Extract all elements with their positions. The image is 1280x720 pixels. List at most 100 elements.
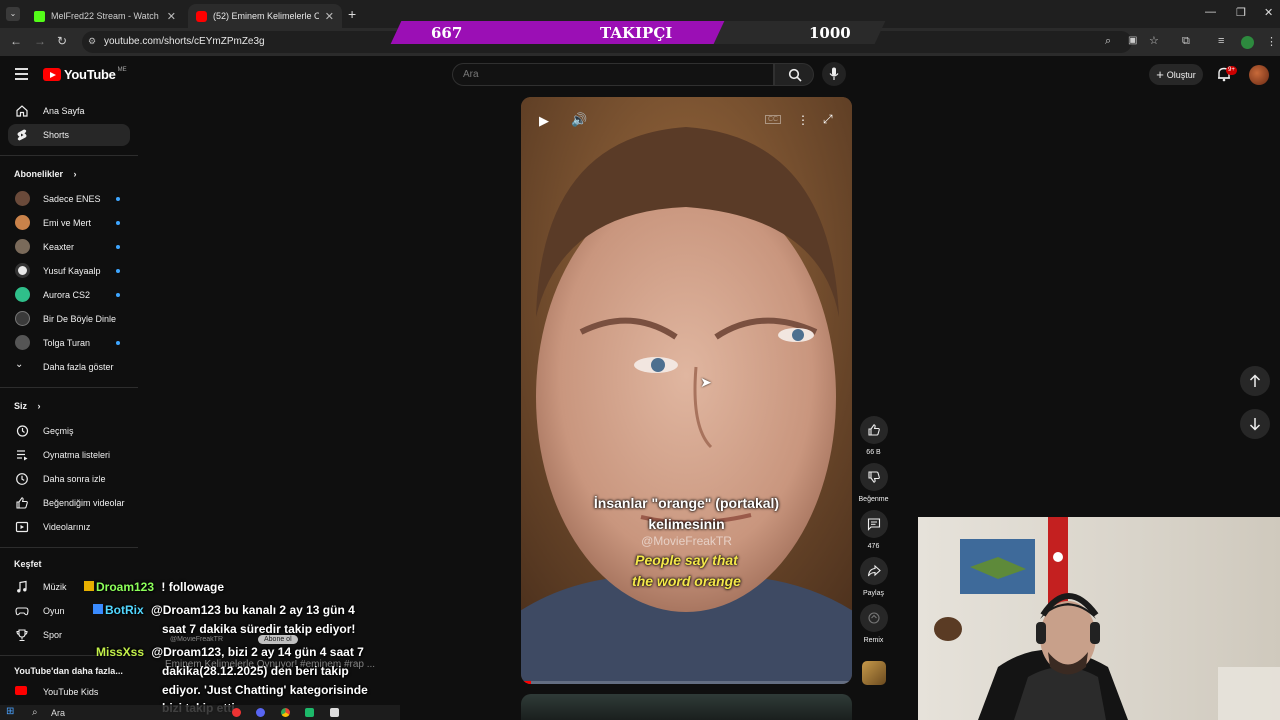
zoom-icon[interactable]: ⌕	[1105, 35, 1111, 48]
audio-track-thumbnail[interactable]	[862, 661, 886, 685]
remix-button[interactable]	[859, 604, 888, 632]
browser-menu-icon[interactable]: ⋮	[1266, 35, 1277, 48]
search-icon	[788, 68, 802, 82]
sidebar-item-shorts[interactable]: Shorts	[8, 124, 130, 146]
chat-username: BotRix	[105, 603, 144, 617]
shorts-player[interactable]: ▶ 🔊 CC ⋮ ⤢ İnsanlar "orange" (portakal) …	[521, 97, 852, 684]
close-tab-icon[interactable]: ✕	[325, 10, 334, 23]
restore-icon[interactable]: ❐	[1236, 6, 1246, 19]
fullscreen-icon[interactable]: ⤢	[823, 112, 833, 127]
youtube-logo[interactable]: YouTube ME	[43, 67, 127, 82]
voice-search-button[interactable]	[822, 62, 846, 86]
sidebar-item-liked[interactable]: Beğendiğim videolar	[8, 492, 130, 514]
chat-message: BotRix @Droam123 bu kanalı 2 ay 13 gün 4	[93, 603, 355, 617]
play-icon[interactable]: ▶	[539, 113, 549, 129]
sidebar-sub-item[interactable]: Aurora CS2	[8, 284, 130, 306]
taskbar-app-icon[interactable]	[232, 708, 241, 717]
sidebar-sub-item[interactable]: Sadece ENES	[8, 188, 130, 210]
search-button[interactable]	[774, 63, 814, 86]
sidebar-item-label: Sadece ENES	[43, 194, 101, 204]
media-controls-icon[interactable]: ≡	[1218, 35, 1224, 47]
comments-action[interactable]: 476	[858, 510, 889, 550]
browser-tab-stream[interactable]: MelFred22 Stream - Watch Live ✕	[26, 4, 184, 28]
next-short-button[interactable]	[1240, 409, 1270, 439]
dislike-button[interactable]	[859, 463, 888, 491]
channel-avatar	[15, 215, 30, 230]
sidebar-item-home[interactable]: Ana Sayfa	[8, 100, 130, 122]
sidebar-item-history[interactable]: Geçmiş	[8, 420, 130, 442]
more-from-youtube-heading: YouTube'dan daha fazla...	[14, 666, 123, 676]
short-channel-name[interactable]: @MovieFreakTR	[170, 636, 223, 643]
sidebar-item-label: Aurora CS2	[43, 290, 91, 300]
sidebar-sub-item[interactable]: Tolga Turan	[8, 332, 130, 354]
taskbar-search-label[interactable]: Ara	[51, 708, 65, 718]
bookmark-star-icon[interactable]: ☆	[1149, 34, 1159, 47]
sidebar-item-label: Oyun	[43, 606, 65, 616]
watch-later-icon	[16, 473, 28, 485]
tab-search-button[interactable]: ⌄	[6, 7, 20, 21]
sidebar-item-label: Müzik	[43, 582, 67, 592]
discord-icon[interactable]	[256, 708, 265, 717]
follower-goal-count: 1000	[809, 24, 851, 42]
you-heading[interactable]: Siz ›	[14, 401, 41, 411]
short-title[interactable]: Eminem Kelimelerle Oynuyor! #eminem #rap…	[165, 659, 375, 670]
reload-icon[interactable]: ↻	[57, 34, 67, 48]
sidebar-item-sports[interactable]: Spor	[8, 624, 130, 646]
next-short-thumbnail[interactable]	[521, 694, 852, 720]
sidebar-item-your-videos[interactable]: Videolarınız	[8, 516, 130, 538]
new-tab-button[interactable]: +	[348, 6, 356, 22]
new-content-dot	[116, 293, 120, 297]
sidebar-sub-item[interactable]: Keaxter	[8, 236, 130, 258]
taskbar-search-icon[interactable]: ⌕	[32, 707, 38, 718]
sidebar-item-watch-later[interactable]: Daha sonra izle	[8, 468, 130, 490]
dislike-action[interactable]: Beğenme	[858, 463, 889, 503]
minimize-icon[interactable]: —	[1205, 6, 1216, 18]
like-action[interactable]: 66 B	[858, 416, 889, 456]
close-tab-icon[interactable]: ✕	[167, 10, 176, 23]
share-button[interactable]	[859, 557, 888, 585]
subscriptions-heading[interactable]: Abonelikler ›	[14, 169, 77, 179]
close-window-icon[interactable]: ✕	[1264, 6, 1273, 19]
site-info-icon[interactable]: ⚙	[88, 36, 96, 47]
subscribe-button[interactable]: Abone ol	[258, 635, 298, 644]
your-videos-icon	[15, 521, 29, 533]
share-action[interactable]: Paylaş	[858, 557, 889, 597]
video-progress-bar[interactable]	[521, 681, 852, 684]
browser-tab-youtube[interactable]: (52) Eminem Kelimelerle Oynuy ✕	[188, 4, 342, 28]
like-button[interactable]	[859, 416, 888, 444]
account-avatar[interactable]	[1249, 65, 1269, 85]
volume-icon[interactable]: 🔊	[571, 112, 587, 128]
chrome-icon[interactable]	[281, 708, 290, 717]
comments-button[interactable]	[859, 510, 888, 538]
remix-action[interactable]: Remix	[858, 604, 889, 644]
profile-icon[interactable]	[1241, 36, 1254, 49]
streamer-webcam	[918, 517, 1280, 720]
taskbar-app-icon[interactable]	[305, 708, 314, 717]
channel-avatar	[15, 335, 30, 350]
back-icon[interactable]: ←	[10, 34, 22, 48]
sidebar-sub-item[interactable]: Bir De Böyle Dinle	[8, 308, 130, 330]
extensions-icon[interactable]: ⧉	[1182, 35, 1190, 48]
sidebar-item-label: YouTube Kids	[43, 687, 99, 697]
sidebar-divider	[0, 155, 138, 156]
sidebar-item-playlists[interactable]: Oynatma listeleri	[8, 444, 130, 466]
guide-menu-icon[interactable]	[15, 68, 28, 80]
forward-icon[interactable]: →	[34, 34, 46, 48]
search-input[interactable]	[463, 69, 763, 80]
thumbs-down-icon	[867, 471, 880, 483]
you-title: Siz	[14, 401, 28, 411]
sidebar-item-label: Bir De Böyle Dinle	[43, 314, 117, 324]
more-options-icon[interactable]: ⋮	[797, 113, 809, 127]
show-more-button[interactable]: ⌄ Daha fazla göster	[8, 356, 130, 378]
install-app-icon[interactable]: ▣	[1128, 35, 1137, 46]
taskbar-app-icon[interactable]	[330, 708, 339, 717]
microphone-icon	[829, 67, 839, 80]
sidebar-item-youtube-kids[interactable]: YouTube Kids	[8, 681, 130, 703]
chat-message: Droam123 ! followage	[84, 580, 224, 594]
create-button[interactable]: + Oluştur	[1149, 64, 1203, 85]
captions-icon[interactable]: CC	[765, 115, 782, 124]
sidebar-sub-item[interactable]: Yusuf Kayaalp	[8, 260, 130, 282]
previous-short-button[interactable]	[1240, 366, 1270, 396]
sidebar-sub-item[interactable]: Emi ve Mert	[8, 212, 130, 234]
start-menu-icon[interactable]: ⊞	[6, 706, 14, 717]
